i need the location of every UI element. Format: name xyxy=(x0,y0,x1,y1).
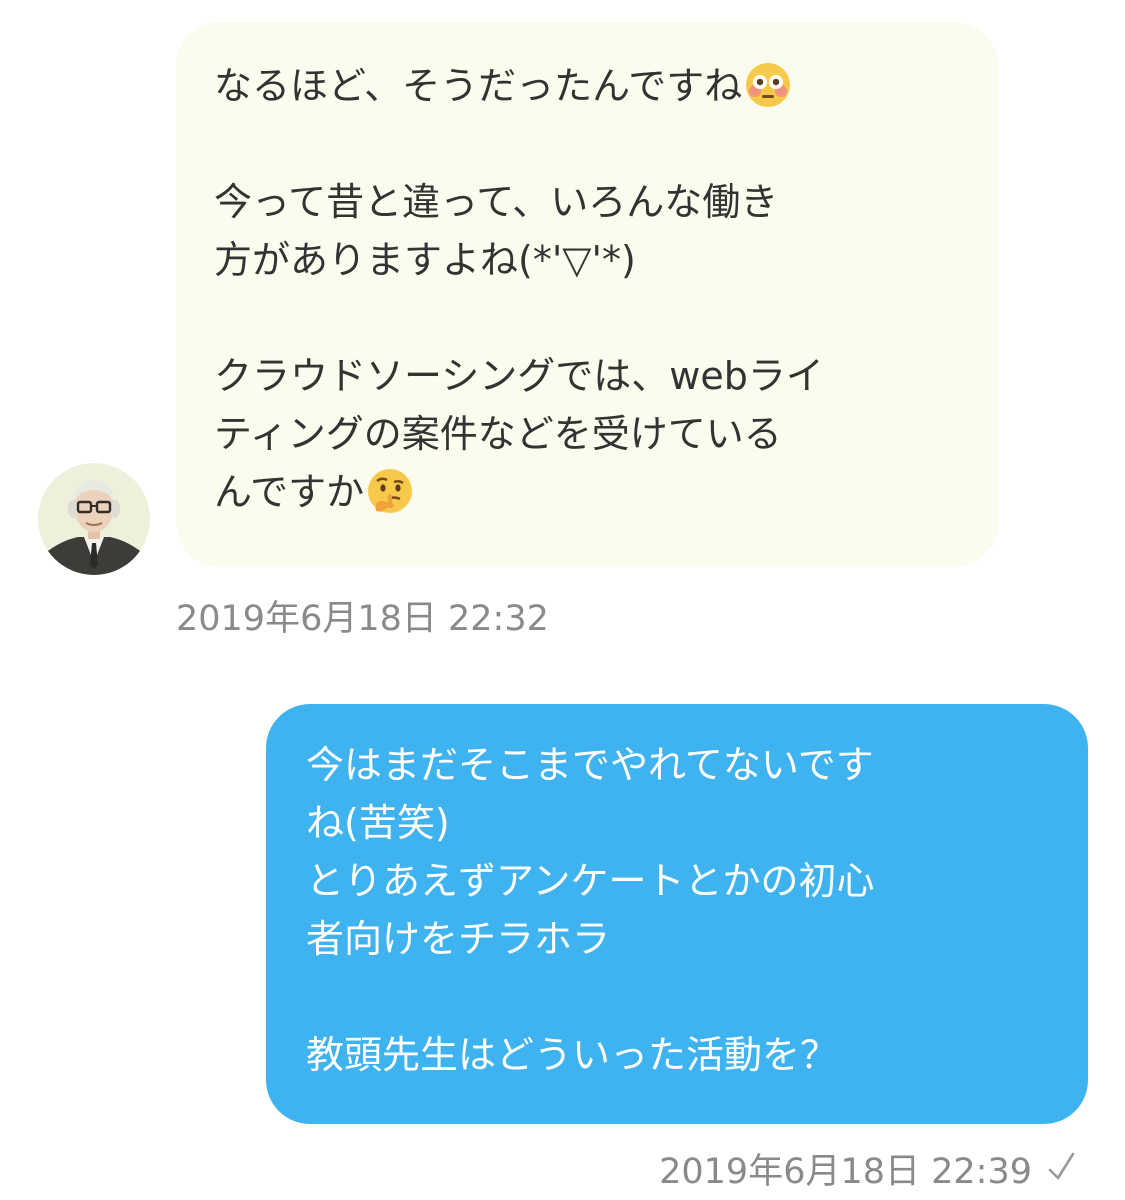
avatar[interactable] xyxy=(38,463,150,575)
message-text: なるほど、そうだったんですね xyxy=(214,64,743,108)
message-timestamp: 2019年6月18日 22:39 xyxy=(659,1152,1032,1192)
message-line: ね(苦笑) xyxy=(306,801,450,845)
chat-thread: なるほど、そうだったんですね 今って昔と違って、いろんな働き 方がありますよね(… xyxy=(0,0,1125,1200)
incoming-message-bubble[interactable]: なるほど、そうだったんですね 今って昔と違って、いろんな働き 方がありますよね(… xyxy=(176,22,998,567)
message-text: んですか xyxy=(214,470,365,514)
message-line: なるほど、そうだったんですね xyxy=(214,57,968,115)
message-line: 者向けをチラホラ xyxy=(306,917,611,961)
message-paragraph: 今はまだそこまでやれてないです ね(苦笑) とりあえずアンケートとかの初心 者向… xyxy=(306,736,1058,968)
message-line: んですか xyxy=(214,463,968,521)
message-line: とりあえずアンケートとかの初心 xyxy=(306,859,875,903)
thinking-face-icon xyxy=(366,467,414,515)
message-line: 教頭先生はどういった活動を？ xyxy=(306,1033,839,1077)
message-timestamp: 2019年6月18日 22:32 xyxy=(176,599,549,639)
message-paragraph: 教頭先生はどういった活動を？ xyxy=(306,1026,1058,1084)
message-line: クラウドソーシングでは、webライ xyxy=(214,354,824,398)
checkmark-sent-icon xyxy=(1045,1146,1077,1186)
message-paragraph: クラウドソーシングでは、webライ ティングの案件などを受けている んですか xyxy=(214,347,968,521)
message-line: 方がありますよね(*'▽'*) xyxy=(214,238,636,282)
elderly-man-with-glasses-avatar-icon xyxy=(38,463,150,575)
message-paragraph: なるほど、そうだったんですね xyxy=(214,57,968,115)
message-paragraph: 今って昔と違って、いろんな働き 方がありますよね(*'▽'*) xyxy=(214,173,968,289)
outgoing-message-bubble[interactable]: 今はまだそこまでやれてないです ね(苦笑) とりあえずアンケートとかの初心 者向… xyxy=(266,704,1088,1124)
message-line: ティングの案件などを受けている xyxy=(214,412,782,456)
flushed-face-icon xyxy=(744,61,792,109)
message-line: 今はまだそこまでやれてないです xyxy=(306,743,874,787)
message-line: 今って昔と違って、いろんな働き xyxy=(214,180,779,224)
